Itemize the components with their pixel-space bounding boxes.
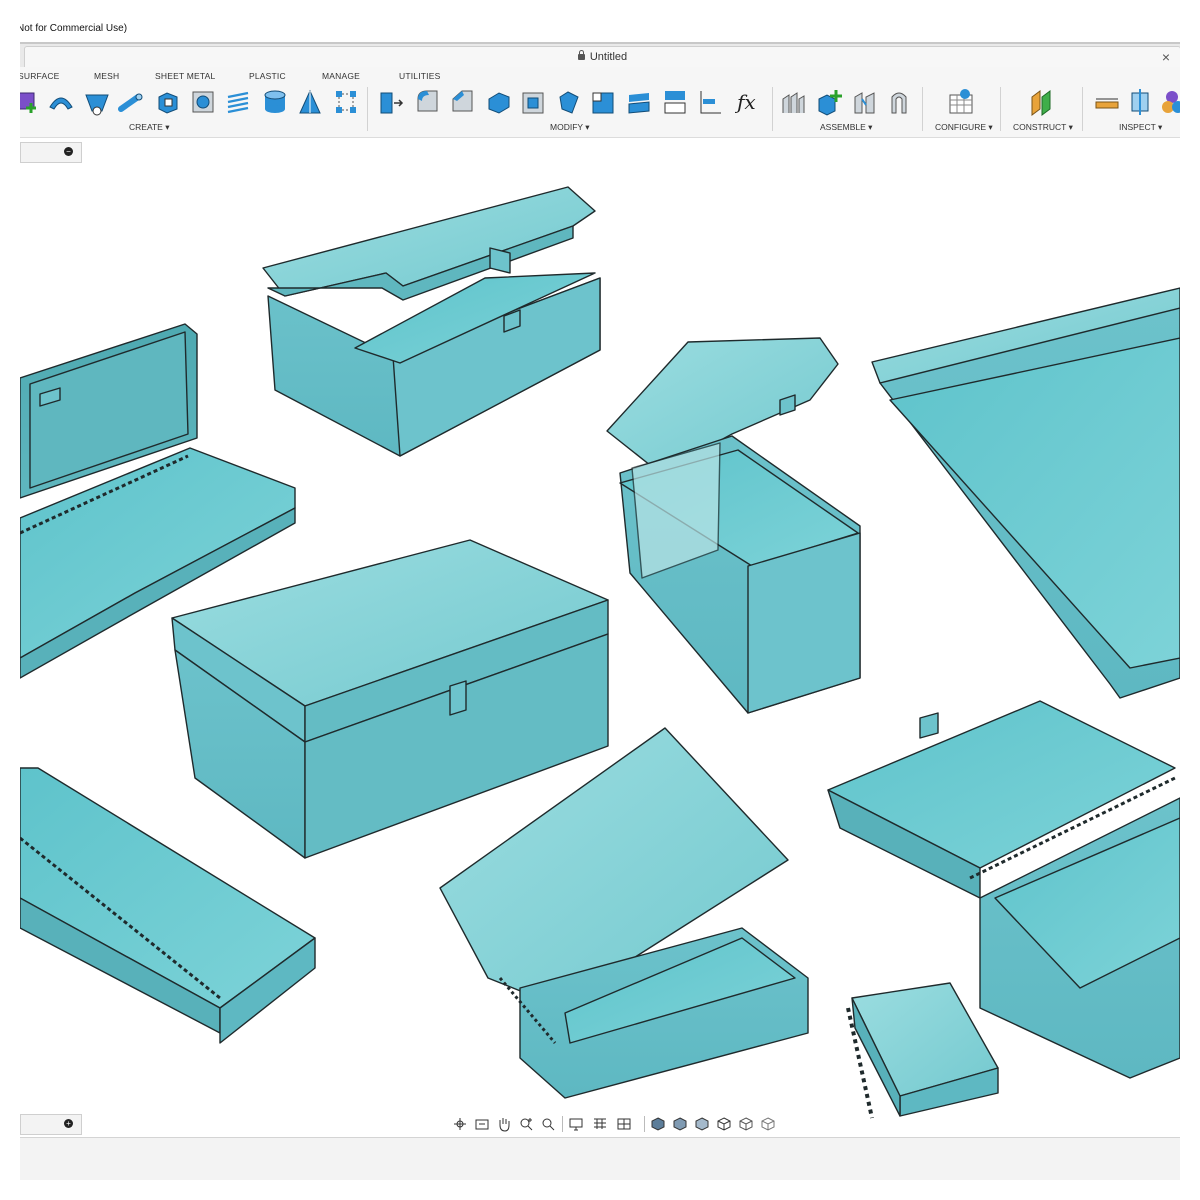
- tab-plastic[interactable]: PLASTIC: [249, 71, 286, 81]
- draft-icon[interactable]: [520, 87, 546, 117]
- parameters-glyph: ƒx: [735, 90, 756, 114]
- pan-icon[interactable]: [496, 1116, 512, 1132]
- display-settings-icon[interactable]: [568, 1116, 584, 1132]
- view-left-icon[interactable]: [738, 1116, 754, 1132]
- press-pull-icon[interactable]: [378, 87, 404, 117]
- section-analysis-icon[interactable]: [1128, 87, 1154, 117]
- zoom-icon[interactable]: [540, 1116, 556, 1132]
- coil-icon[interactable]: [297, 87, 323, 117]
- app-title-text: Not for Commercial Use): [20, 23, 128, 34]
- shell-icon[interactable]: [485, 87, 511, 117]
- create-form-icon[interactable]: [20, 87, 42, 117]
- zoom-window-icon[interactable]: [518, 1116, 534, 1132]
- assemble-menu[interactable]: ASSEMBLE ▾: [820, 122, 872, 133]
- tab-surface[interactable]: SURFACE: [20, 71, 60, 81]
- tall-hinged-box-model[interactable]: [606, 337, 861, 714]
- view-iso-icon[interactable]: [716, 1116, 732, 1132]
- tab-sheet-metal[interactable]: SHEET METAL: [155, 71, 215, 81]
- document-tab[interactable]: Untitled ×: [24, 46, 1180, 69]
- look-at-icon[interactable]: [474, 1116, 490, 1132]
- toolbar-divider: [772, 87, 773, 131]
- fillet-icon[interactable]: [415, 87, 441, 117]
- tab-manage[interactable]: MANAGE: [322, 71, 360, 81]
- navbar-divider: [644, 1116, 645, 1132]
- viewports-icon[interactable]: [616, 1116, 632, 1132]
- small-hinged-box-model[interactable]: [846, 982, 999, 1119]
- document-tab-bar: Untitled ×: [20, 42, 1180, 69]
- toolbar-divider: [1000, 87, 1001, 131]
- combine-icon[interactable]: [590, 87, 616, 117]
- chamfer-icon[interactable]: [450, 87, 476, 117]
- loft-icon[interactable]: [84, 87, 110, 117]
- flat-tray-model[interactable]: [871, 287, 1180, 699]
- thread-icon[interactable]: [225, 87, 251, 117]
- construct-menu[interactable]: CONSTRUCT ▾: [1013, 122, 1073, 133]
- measure-icon[interactable]: [1094, 87, 1120, 117]
- create-menu[interactable]: CREATE ▾: [129, 122, 169, 133]
- view-top-icon[interactable]: [672, 1116, 688, 1132]
- new-component-icon[interactable]: [780, 87, 806, 117]
- pattern-icon[interactable]: [333, 87, 359, 117]
- extrude-icon[interactable]: [155, 87, 181, 117]
- parameters-icon[interactable]: ƒx: [735, 87, 769, 117]
- offset-plane-icon[interactable]: [1028, 87, 1054, 117]
- scale-icon[interactable]: [556, 87, 582, 117]
- toolbar-divider: [922, 87, 923, 131]
- pipe-icon[interactable]: [118, 87, 144, 117]
- split-body-icon[interactable]: [626, 87, 652, 117]
- view-front-icon[interactable]: [650, 1116, 666, 1132]
- inspect-menu[interactable]: INSPECT ▾: [1119, 122, 1162, 133]
- modify-menu[interactable]: MODIFY ▾: [550, 122, 590, 133]
- tab-mesh[interactable]: MESH: [94, 71, 119, 81]
- comments-expand-button[interactable]: +: [64, 1119, 73, 1128]
- lock-icon: [577, 50, 585, 60]
- configure-table-icon[interactable]: [948, 87, 974, 117]
- orbit-icon[interactable]: [452, 1116, 468, 1132]
- fusion-app-window: Not for Commercial Use) Untitled × SURFA…: [20, 18, 1180, 1180]
- hole-icon[interactable]: [190, 87, 216, 117]
- view-right-icon[interactable]: [694, 1116, 710, 1132]
- toolbar-divider: [367, 87, 368, 131]
- grid-icon[interactable]: [592, 1116, 608, 1132]
- as-built-joint-icon[interactable]: [886, 87, 912, 117]
- document-title: Untitled: [25, 50, 1180, 63]
- document-title-text: Untitled: [589, 51, 628, 63]
- open-box-model[interactable]: [262, 186, 601, 457]
- close-tab-button[interactable]: ×: [1162, 49, 1170, 65]
- offset-face-icon[interactable]: [662, 87, 688, 117]
- navigation-bar: [452, 1112, 792, 1136]
- toolbar-divider: [1082, 87, 1083, 131]
- comments-panel-collapsed[interactable]: +: [20, 1114, 82, 1135]
- cylinder-icon[interactable]: [262, 87, 288, 117]
- closed-chest-model[interactable]: [171, 539, 609, 859]
- view-back-icon[interactable]: [760, 1116, 776, 1132]
- add-component-icon[interactable]: [816, 87, 842, 117]
- status-bar: [20, 1137, 1180, 1180]
- app-title-bar: Not for Commercial Use): [20, 18, 1180, 42]
- tab-utilities[interactable]: UTILITIES: [399, 71, 440, 81]
- configure-menu[interactable]: CONFIGURE ▾: [935, 122, 993, 133]
- joint-icon[interactable]: [852, 87, 878, 117]
- align-icon[interactable]: [697, 87, 723, 117]
- appearance-icon[interactable]: [1162, 87, 1180, 117]
- sweep-icon[interactable]: [48, 87, 74, 117]
- navbar-divider: [562, 1116, 563, 1132]
- ribbon-toolbar: SURFACE MESH SHEET METAL PLASTIC MANAGE …: [20, 67, 1180, 138]
- 3d-viewport[interactable]: [20, 138, 1180, 1138]
